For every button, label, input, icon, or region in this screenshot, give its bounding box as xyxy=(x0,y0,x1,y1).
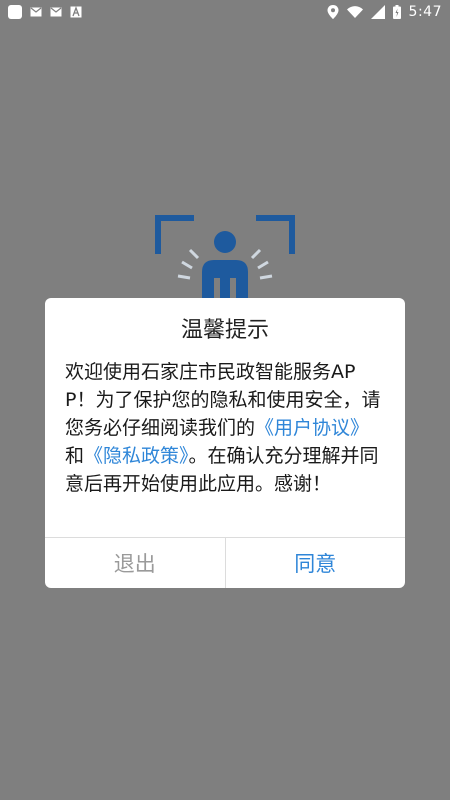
exit-button[interactable]: 退出 xyxy=(45,538,226,588)
user-agreement-link[interactable]: 《用户协议》 xyxy=(255,417,369,439)
dialog-title: 温馨提示 xyxy=(180,318,269,343)
agree-button[interactable]: 同意 xyxy=(226,538,406,588)
dialog-message: 欢迎使用石家庄市民政智能服务APP！为了保护您的隐私和使用安全，请您务必仔细阅读… xyxy=(65,358,385,498)
privacy-dialog: 温馨提示 欢迎使用石家庄市民政智能服务APP！为了保护您的隐私和使用安全，请您务… xyxy=(45,298,405,588)
message-text-and: 和 xyxy=(65,445,85,467)
privacy-policy-link[interactable]: 《隐私政策》 xyxy=(84,445,189,467)
dialog-actions: 退出 同意 xyxy=(45,537,405,588)
